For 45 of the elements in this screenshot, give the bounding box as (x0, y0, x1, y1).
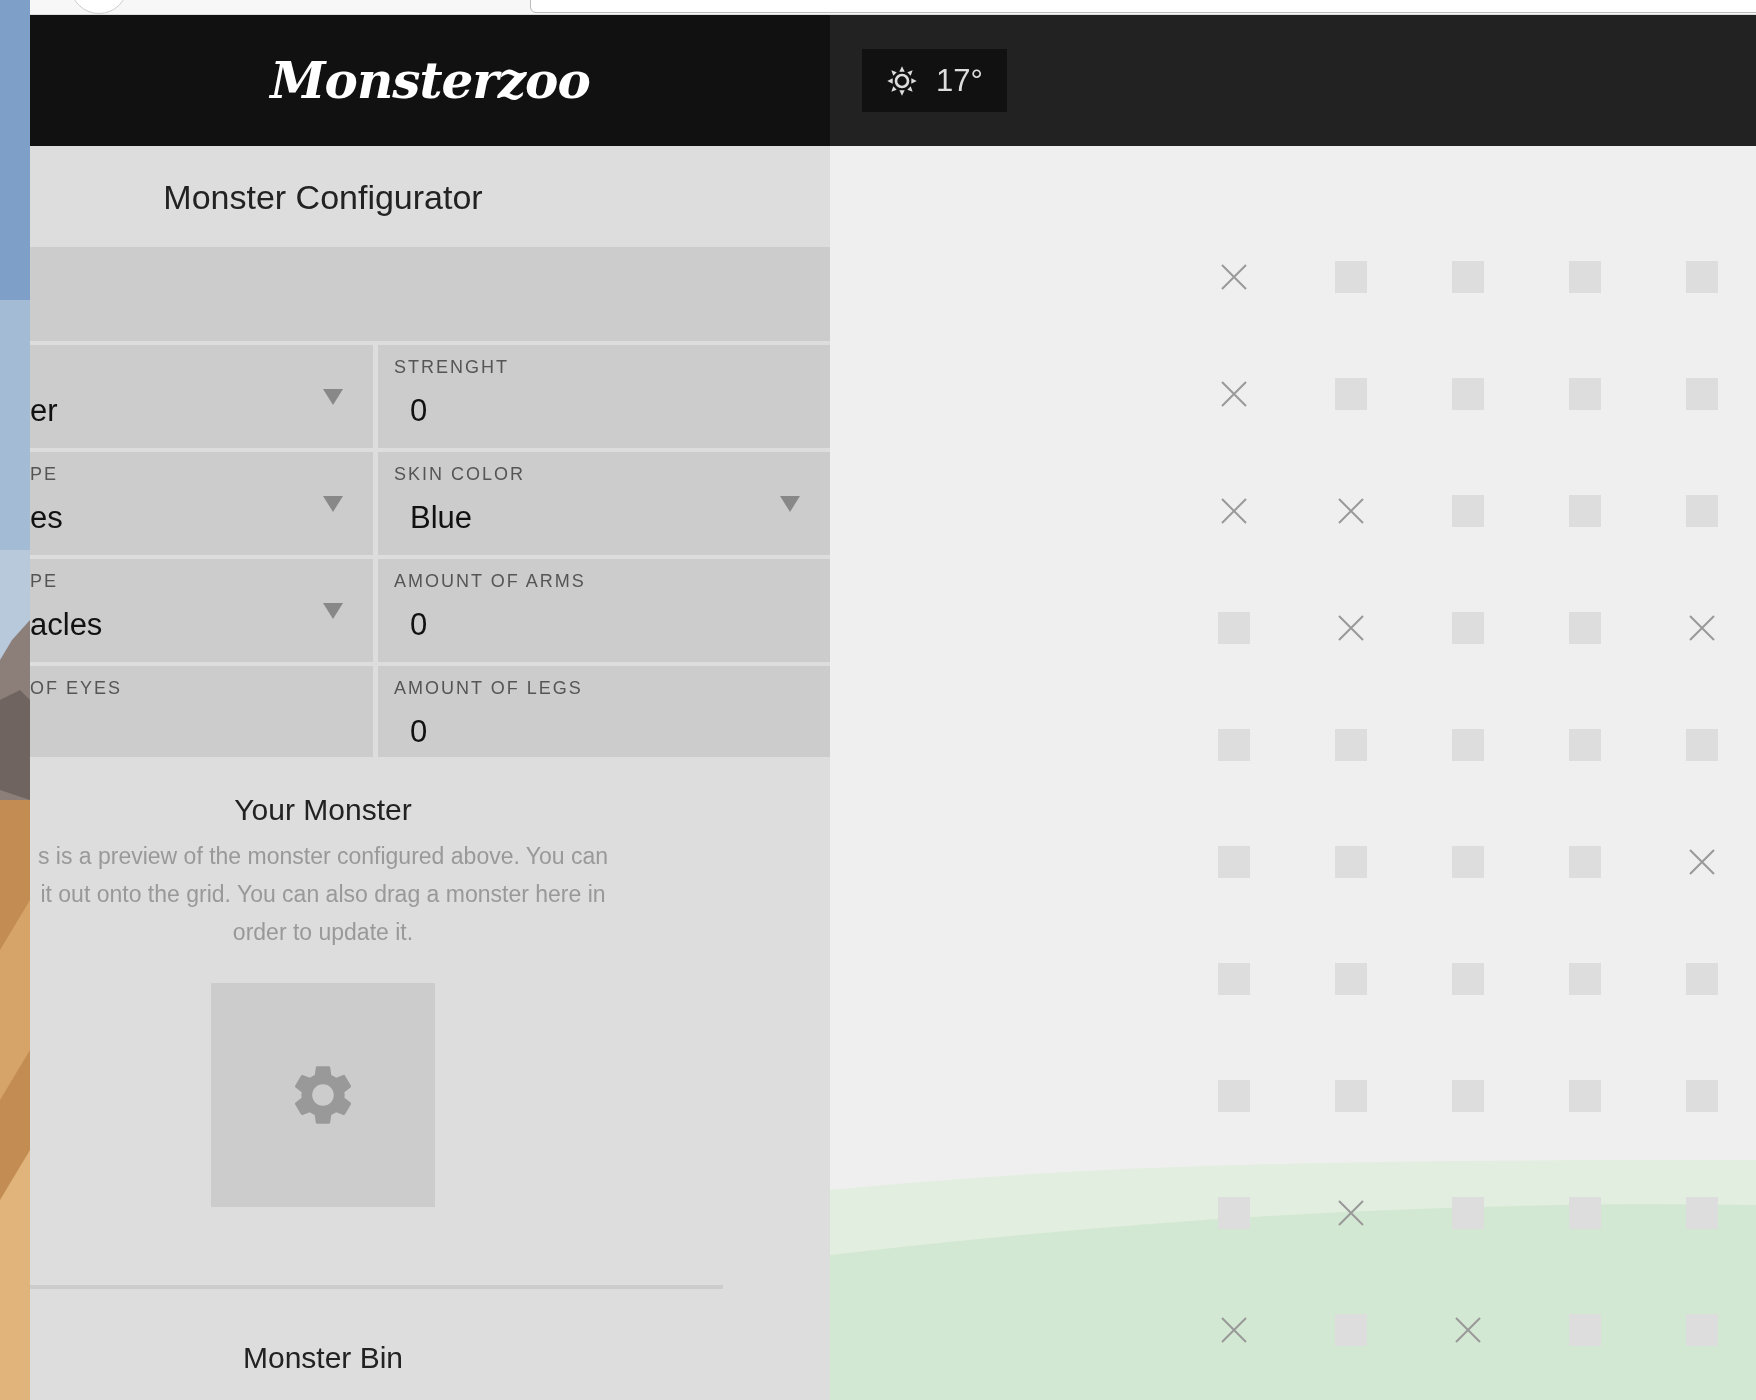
field-label: PE (30, 571, 58, 591)
field-value: Blue (410, 500, 473, 535)
cross-icon[interactable] (1220, 1316, 1247, 1343)
number-field[interactable]: AMOUNT OF LEGS 0 (378, 666, 830, 757)
select-field[interactable]: er (30, 345, 373, 448)
logo[interactable]: Monsterzoo (270, 51, 590, 110)
field-label: SKIN COLOR (394, 464, 526, 484)
monster-preview[interactable] (211, 983, 435, 1207)
cross-icon[interactable] (1337, 614, 1364, 641)
temperature: 17° (936, 62, 983, 99)
field-value: es (30, 500, 63, 535)
dropdown-arrow-icon (323, 603, 343, 619)
number-field[interactable]: AMOUNT OF ARMS 0 (378, 559, 830, 662)
cross-icon[interactable] (1220, 263, 1247, 290)
field-label: AMOUNT OF ARMS (394, 571, 586, 591)
sun-icon (886, 64, 918, 97)
field-value: 0 (410, 714, 428, 749)
number-field[interactable]: OF EYES (30, 666, 373, 757)
dropdown-arrow-icon (323, 496, 343, 512)
field-label: AMOUNT OF LEGS (394, 678, 583, 698)
field-value: er (30, 393, 58, 428)
select-field[interactable]: PE es (30, 452, 373, 555)
dropdown-arrow-icon (323, 389, 343, 405)
cross-icon[interactable] (1337, 1199, 1364, 1226)
cross-icon[interactable] (1220, 380, 1247, 407)
section-title: Monster Bin (242, 1341, 404, 1375)
field-label: PE (30, 464, 58, 484)
field-value: 0 (410, 393, 428, 428)
cross-icon[interactable] (1688, 614, 1715, 641)
select-field[interactable]: PE acles (30, 559, 373, 662)
select-field[interactable]: SKIN COLOR Blue (378, 452, 830, 555)
cross-icon[interactable] (1220, 497, 1247, 524)
preview-description: s is a preview of the monster configured above. You can it out onto the grid. You can also drag a monster here in order to update it. (36, 842, 610, 947)
field-value: acles (30, 607, 103, 642)
field-label: STRENGHT (394, 357, 509, 377)
name-field[interactable] (30, 247, 830, 341)
field-value: 0 (410, 607, 428, 642)
number-field[interactable]: STRENGHT 0 (378, 345, 830, 448)
cross-icon[interactable] (1454, 1316, 1481, 1343)
cross-icon[interactable] (1337, 497, 1364, 524)
dropdown-arrow-icon (780, 496, 800, 512)
cross-icon[interactable] (1688, 848, 1715, 875)
section-title: Monster Configurator (163, 178, 483, 217)
field-label: OF EYES (30, 678, 123, 698)
section-title: Your Monster (234, 793, 412, 827)
